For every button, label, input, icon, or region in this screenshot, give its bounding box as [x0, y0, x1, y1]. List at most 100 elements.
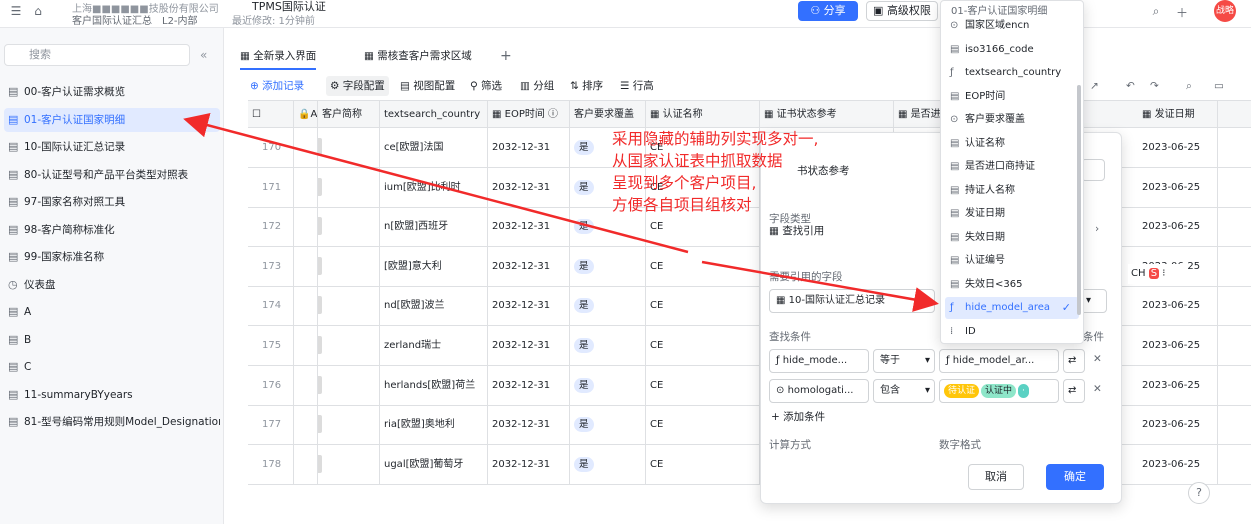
sidebar-item[interactable]: ▤ 99-国家标准名称 — [4, 245, 220, 269]
cell-a[interactable] — [294, 326, 318, 365]
cell-cover[interactable]: 是 — [570, 286, 646, 326]
dropdown-item[interactable]: ƒ textsearch_country — [945, 62, 1079, 84]
cell-customer[interactable] — [318, 405, 380, 445]
cell-eop[interactable]: 2032-12-31 — [488, 326, 570, 365]
cond1-field-select[interactable]: ƒ hide_mode... — [769, 349, 869, 373]
field-name-input-edge[interactable] — [1081, 159, 1105, 181]
cell-country[interactable]: herlands[欧盟]荷兰 — [380, 365, 488, 405]
cond1-op-select[interactable]: 等于 ▾ — [873, 349, 935, 373]
cell-eop[interactable]: 2032-12-31 — [488, 207, 570, 247]
close-icon[interactable]: ✕ — [1093, 383, 1102, 395]
field-type-select[interactable]: ▦ 查找引用 — [769, 223, 824, 238]
cell-a[interactable] — [294, 128, 318, 167]
cell-issue-date[interactable]: 2023-06-25 — [1138, 128, 1218, 167]
cell-customer[interactable] — [318, 365, 380, 405]
cell-a[interactable] — [294, 246, 318, 286]
dropdown-item[interactable]: ⊙ 国家区域encn — [945, 15, 1079, 37]
cond2-field-select[interactable]: ⊙ homologati... — [769, 379, 869, 403]
row-number[interactable]: 173 — [248, 246, 294, 286]
cell-a[interactable] — [294, 207, 318, 247]
cell-eop[interactable]: 2032-12-31 — [488, 405, 570, 445]
search-table-icon[interactable]: ⌕ — [1186, 76, 1192, 96]
cell-country[interactable]: nd[欧盟]波兰 — [380, 286, 488, 326]
sidebar-item[interactable]: ▤ 11-summaryBYyears — [4, 383, 220, 407]
cell-eop[interactable]: 2032-12-31 — [488, 128, 570, 167]
header-country[interactable]: textsearch_country — [380, 101, 488, 128]
collapse-icon[interactable]: « — [200, 48, 207, 62]
share-button[interactable]: ⚇ 分享 — [798, 1, 858, 21]
dropdown-item[interactable]: ▤ 认证编号 — [945, 250, 1079, 272]
dropdown-item[interactable]: ▤ 持证人名称 — [945, 180, 1079, 202]
sidebar-item[interactable]: ▤ 81-型号编码常用规则Model_Designation — [4, 410, 220, 434]
sort-button[interactable]: ⇅ 排序 — [570, 76, 603, 96]
dropdown-item[interactable]: ▤ 失效日<365 — [945, 274, 1079, 296]
cell-eop[interactable]: 2032-12-31 — [488, 286, 570, 326]
swap-icon[interactable]: ⇄ — [1063, 349, 1085, 373]
cell-eop[interactable]: 2032-12-31 — [488, 444, 570, 484]
sidebar-item[interactable]: ▤ 00-客户认证需求概览 — [4, 80, 220, 104]
avatar[interactable]: 战略 — [1214, 0, 1236, 22]
cell-country[interactable]: ce[欧盟]法国 — [380, 128, 488, 167]
header-customer[interactable]: 客户简称 — [318, 101, 380, 128]
cell-a[interactable] — [294, 286, 318, 326]
dropdown-item[interactable]: ▤ 认证名称 — [945, 133, 1079, 155]
cell-cover[interactable]: 是 — [570, 246, 646, 286]
row-number[interactable]: 178 — [248, 444, 294, 484]
sidebar-item[interactable]: ▤ 98-客户简称标准化 — [4, 218, 220, 242]
share-view-icon[interactable]: ↗ — [1090, 76, 1099, 96]
cancel-button[interactable]: 取消 — [968, 464, 1024, 490]
header-issue-date[interactable]: ▦ 发证日期 — [1138, 101, 1218, 128]
cell-cover[interactable]: 是 — [570, 444, 646, 484]
cell-issue-date[interactable]: 2023-06-25 — [1138, 207, 1218, 247]
cell-customer[interactable] — [318, 128, 380, 167]
cell-issue-date[interactable]: 2023-06-25 — [1138, 365, 1218, 405]
sidebar-item[interactable]: ▤ 97-国家名称对照工具 — [4, 190, 220, 214]
cell-customer[interactable] — [318, 444, 380, 484]
sidebar-item[interactable]: ▤ 80-认证型号和产品平台类型对照表 — [4, 163, 220, 187]
cell-country[interactable]: ria[欧盟]奥地利 — [380, 405, 488, 445]
add-record-button[interactable]: ⊕ 添加记录 — [250, 76, 304, 96]
tab-view-1[interactable]: ▦ 全新录入界面 — [240, 44, 317, 70]
row-number[interactable]: 176 — [248, 365, 294, 405]
cell-issue-date[interactable]: 2023-06-25 — [1138, 167, 1218, 207]
add-condition-button[interactable]: + 添加条件 — [771, 409, 825, 424]
confirm-button[interactable]: 确定 — [1046, 464, 1104, 490]
cell-eop[interactable]: 2032-12-31 — [488, 365, 570, 405]
cond2-value-select[interactable]: 待认证 认证中 · — [939, 379, 1059, 403]
row-height-button[interactable]: ☰ 行高 — [620, 76, 654, 96]
cell-customer[interactable] — [318, 207, 380, 247]
dropdown-scrollbar[interactable] — [1077, 85, 1081, 315]
undo-icon[interactable]: ↶ — [1126, 76, 1135, 96]
cond1-value-select[interactable]: ƒ hide_model_ar... — [939, 349, 1059, 373]
header-cert-status[interactable]: ▦ 证书状态参考 — [760, 101, 894, 128]
plus-icon[interactable]: ＋ — [1174, 4, 1190, 20]
cell-customer[interactable] — [318, 167, 380, 207]
cell-cert[interactable]: CE — [646, 286, 760, 326]
dropdown-item[interactable]: ▤ iso3166_code — [945, 39, 1079, 61]
cond2-op-select[interactable]: 包含 ▾ — [873, 379, 935, 403]
help-icon[interactable]: ? — [1188, 482, 1210, 504]
dropdown-item[interactable]: ƒ hide_model_area ✓ — [945, 297, 1079, 319]
tab-view-2[interactable]: ▦ 需核查客户需求区域 — [364, 44, 472, 70]
search-input[interactable]: 搜索 — [4, 44, 190, 66]
cell-issue-date[interactable]: 2023-06-25 — [1138, 286, 1218, 326]
cell-customer[interactable] — [318, 246, 380, 286]
view-config-button[interactable]: ▤ 视图配置 — [400, 76, 455, 96]
row-number[interactable]: 174 — [248, 286, 294, 326]
ref-table-select[interactable]: ▦ 10-国际认证汇总记录 — [769, 289, 935, 313]
cell-country[interactable]: ium[欧盟]比利时 — [380, 167, 488, 207]
sidebar-item[interactable]: ◷ 仪表盘 — [4, 273, 220, 297]
dropdown-item[interactable]: ▤ 发证日期 — [945, 203, 1079, 225]
swap-icon[interactable]: ⇄ — [1063, 379, 1085, 403]
chevron-right-icon[interactable]: › — [1095, 223, 1099, 235]
cell-country[interactable]: ugal[欧盟]葡萄牙 — [380, 444, 488, 484]
sidebar-item[interactable]: ▤ 01-客户认证国家明细 — [4, 107, 220, 132]
cell-cover[interactable]: 是 — [570, 365, 646, 405]
cell-a[interactable] — [294, 444, 318, 484]
cell-customer[interactable] — [318, 326, 380, 365]
filter-button[interactable]: ⚲ 筛选 — [470, 76, 502, 96]
redo-icon[interactable]: ↷ — [1150, 76, 1159, 96]
sidebar-toggle-icon[interactable]: ☰ — [8, 4, 24, 20]
search-icon[interactable]: ⌕ — [1148, 4, 1164, 20]
header-cover[interactable]: 客户要求覆盖 — [570, 101, 646, 128]
